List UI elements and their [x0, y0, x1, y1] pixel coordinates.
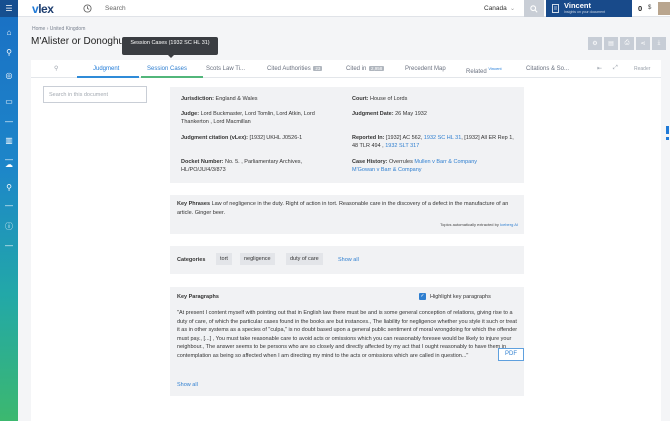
search-icon	[530, 4, 538, 13]
cloud-icon[interactable]: ☁	[0, 157, 18, 171]
share-icon[interactable]: ⋖	[636, 37, 650, 50]
case-history-link[interactable]: Mullen v Barr & Company	[414, 159, 477, 165]
info-icon[interactable]: ⓘ	[0, 219, 18, 233]
court: Court: House of Lords	[352, 96, 408, 102]
history-icon[interactable]	[83, 4, 92, 13]
scroll-indicator	[666, 126, 669, 134]
breadcrumb[interactable]: Home › United Kingdom	[32, 26, 85, 32]
bank-icon[interactable]: ▥	[0, 133, 18, 147]
dash3-icon[interactable]: —	[0, 198, 18, 212]
categories-label: Categories	[177, 257, 206, 263]
reported-link[interactable]: 1932 SLT 317	[385, 143, 419, 149]
document-icon	[552, 4, 559, 13]
active-tab-underline	[77, 76, 139, 78]
reader-mode-toggle[interactable]: Reader	[634, 66, 650, 72]
categories-card: Categories tort negligence duty of care …	[170, 246, 524, 274]
case-metadata-card: Jurisdiction: England & Wales Court: Hou…	[170, 87, 524, 183]
home-icon[interactable]: ⌂	[0, 25, 18, 39]
key-phrases-text: Key Phrases Law of negligence in the dut…	[177, 201, 509, 216]
avatar[interactable]	[658, 2, 670, 15]
case-history-link[interactable]: M'Gowan v Barr & Company	[352, 167, 422, 173]
tab-cited-authorities[interactable]: Cited Authorities 23	[267, 66, 323, 72]
jurisdiction: Jurisdiction: England & Wales	[181, 96, 258, 102]
hover-tab-underline	[141, 76, 203, 78]
compass-icon[interactable]: ◎	[0, 68, 18, 82]
country-select[interactable]: Canada	[484, 5, 507, 12]
tab-scots-law[interactable]: Scots Law Ti...	[206, 66, 245, 72]
key-paragraphs-show-all[interactable]: Show all	[177, 382, 198, 388]
case-history: Case History: Overrules Mullen v Barr & …	[352, 159, 478, 173]
vlex-logo[interactable]: vlex	[32, 2, 54, 16]
top-bar: vlex Search Canada ⌄ Vincent Insights on…	[18, 0, 670, 17]
pdf-button[interactable]: PDF	[498, 348, 524, 361]
page-title: M'Alister or Donoghue	[31, 36, 130, 47]
settings-icon[interactable]: ⚙	[588, 37, 602, 50]
highlight-label[interactable]: Highlight key paragraphs	[430, 294, 491, 300]
left-sidebar: ☰ ⌂ ⚲ ◎ ▭ — ▥ — ☁ ⚲ — ⓘ —	[0, 0, 18, 421]
pin-icon[interactable]: ⚲	[0, 180, 18, 194]
expand-icon[interactable]: ⤢	[613, 65, 618, 72]
judge: Judge: Lord Buckmaster, Lord Tomlin, Lor…	[181, 111, 315, 125]
vincent-subtitle: Insights on your document	[564, 10, 606, 14]
highlight-checkbox[interactable]: ✓	[419, 293, 426, 300]
judgment-citation: Judgment citation (vLex): [1932] UKHL J0…	[181, 135, 303, 141]
category-chip[interactable]: negligence	[240, 253, 275, 265]
key-phrases-card: Key Phrases Law of negligence in the dut…	[170, 195, 524, 234]
tab-session-cases[interactable]: Session Cases	[147, 66, 187, 72]
key-paragraphs-title: Key Paragraphs	[177, 294, 219, 300]
tab-related[interactable]: Related Vincent	[466, 66, 502, 75]
category-chip[interactable]: duty of care	[286, 253, 323, 265]
folder-icon[interactable]: ▤	[604, 37, 618, 50]
tab-cited-in[interactable]: Cited in 2,958	[346, 66, 385, 72]
docket-number: Docket Number: No. 5. , Parliamentary Ar…	[181, 159, 303, 173]
tab-judgment[interactable]: Judgment	[93, 66, 119, 72]
count-badge: 23	[313, 66, 323, 71]
search-button[interactable]	[524, 0, 544, 17]
download-icon[interactable]: ⤓	[652, 37, 666, 50]
search-icon[interactable]: ⚲	[0, 45, 18, 59]
tab-citations[interactable]: Citations & So...	[526, 66, 569, 72]
dash-icon[interactable]: —	[0, 114, 18, 128]
key-paragraphs-text: "At present I content myself with pointi…	[177, 310, 518, 359]
credit-count: 0	[638, 4, 643, 13]
reported-in: Reported In: [1932] AC 562, 1932 SC HL 3…	[352, 135, 514, 149]
global-search-input[interactable]: Search	[105, 5, 126, 12]
chevron-down-icon: ⌄	[510, 6, 516, 12]
tab-bar: ⚲ Judgment Session Cases Scots Law Ti...…	[31, 60, 661, 78]
menu-icon[interactable]: ☰	[0, 0, 18, 17]
extraction-note: Topics automatically extracted by Iceber…	[440, 222, 518, 227]
document-search-input[interactable]: Search in this document	[43, 86, 147, 103]
tab-precedent-map[interactable]: Precedent Map	[405, 66, 446, 72]
judgment-date: Judgment Date: 26 May 1932	[352, 111, 427, 117]
print-icon[interactable]: ⎙	[620, 37, 634, 50]
count-badge: 2,958	[369, 66, 385, 71]
scroll-indicator	[666, 137, 669, 140]
categories-show-all[interactable]: Show all	[338, 257, 359, 263]
category-chip[interactable]: tort	[216, 253, 232, 265]
reported-link[interactable]: 1932 SC HL 31	[424, 135, 461, 141]
iceberg-ai-link[interactable]: Iceberg AI	[500, 222, 518, 227]
collapse-icon[interactable]: ⇤	[597, 65, 602, 72]
dash4-icon[interactable]: —	[0, 238, 18, 252]
document-toolbar: ⚙ ▤ ⎙ ⋖ ⤓	[588, 37, 666, 50]
vincent-label: Vincent	[564, 1, 591, 10]
currency-icon[interactable]: $	[648, 5, 651, 11]
screen-icon[interactable]: ▭	[0, 94, 18, 108]
key-paragraphs-card: Key Paragraphs ✓ Highlight key paragraph…	[170, 287, 524, 396]
vincent-panel[interactable]: Vincent Insights on your document	[546, 0, 632, 17]
tooltip: Session Cases (1932 SC HL 31)	[122, 37, 218, 58]
document-panel: ⚲ Judgment Session Cases Scots Law Ti...…	[31, 60, 661, 421]
search-icon[interactable]: ⚲	[54, 65, 58, 72]
